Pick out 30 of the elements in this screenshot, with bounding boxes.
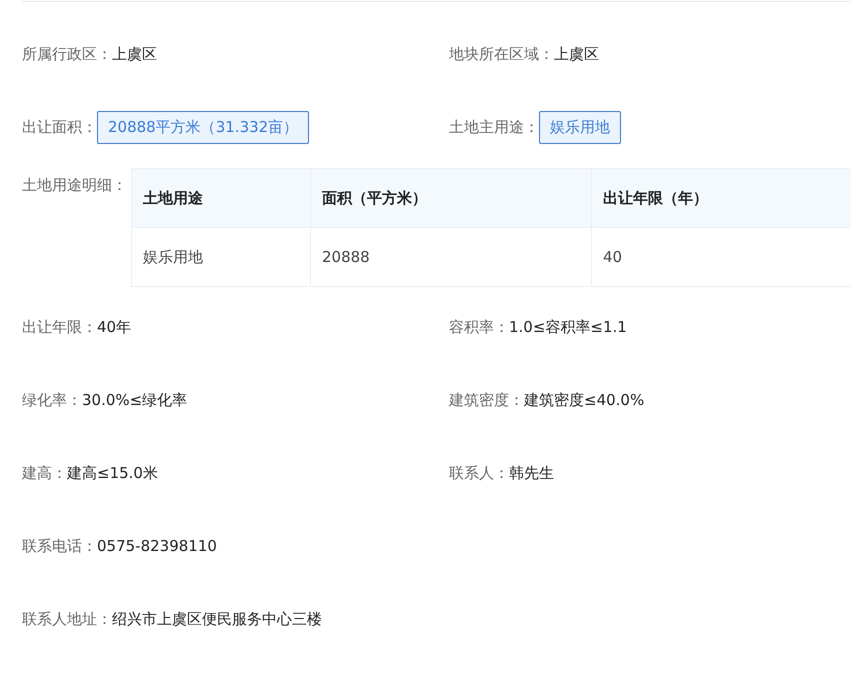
column-header: 土地用途	[132, 168, 310, 228]
table-cell: 20888	[310, 228, 592, 286]
field-label: 容积率：	[449, 318, 509, 336]
column-header: 面积（平方米）	[310, 168, 592, 228]
field-value: 上虞区	[112, 44, 157, 64]
field-label: 建高：	[22, 464, 67, 482]
field-value: 建高≤15.0米	[67, 464, 158, 482]
field-label: 土地用途明细：	[22, 176, 127, 195]
field-value: 1.0≤容积率≤1.1	[509, 318, 627, 336]
field-label: 联系人地址：	[22, 610, 112, 628]
field-label: 出让年限：	[22, 318, 97, 336]
table-cell: 娱乐用地	[132, 228, 310, 286]
field-label: 建筑密度：	[449, 390, 524, 410]
value-tag: 娱乐用地	[539, 110, 621, 144]
field-value: 韩先生	[509, 464, 554, 482]
field-label: 地块所在区域：	[449, 44, 554, 64]
column-header: 出让年限（年）	[592, 168, 851, 228]
field-label: 所属行政区：	[22, 44, 112, 64]
field-label: 土地主用途：	[449, 118, 539, 136]
field-value: 建筑密度≤40.0%	[524, 390, 644, 410]
field-value: 40年	[97, 318, 132, 336]
field-value: 上虞区	[554, 44, 599, 64]
field-label: 联系人：	[449, 464, 509, 482]
field-label: 绿化率：	[22, 390, 82, 410]
field-label: 出让面积：	[22, 118, 97, 136]
field-value: 0575-82398110	[97, 537, 217, 555]
value-tag: 20888平方米（31.332亩）	[97, 110, 310, 144]
field-value: 30.0%≤绿化率	[82, 390, 188, 410]
field-value: 绍兴市上虞区便民服务中心三楼	[112, 610, 322, 628]
field-label: 联系电话：	[22, 536, 97, 556]
